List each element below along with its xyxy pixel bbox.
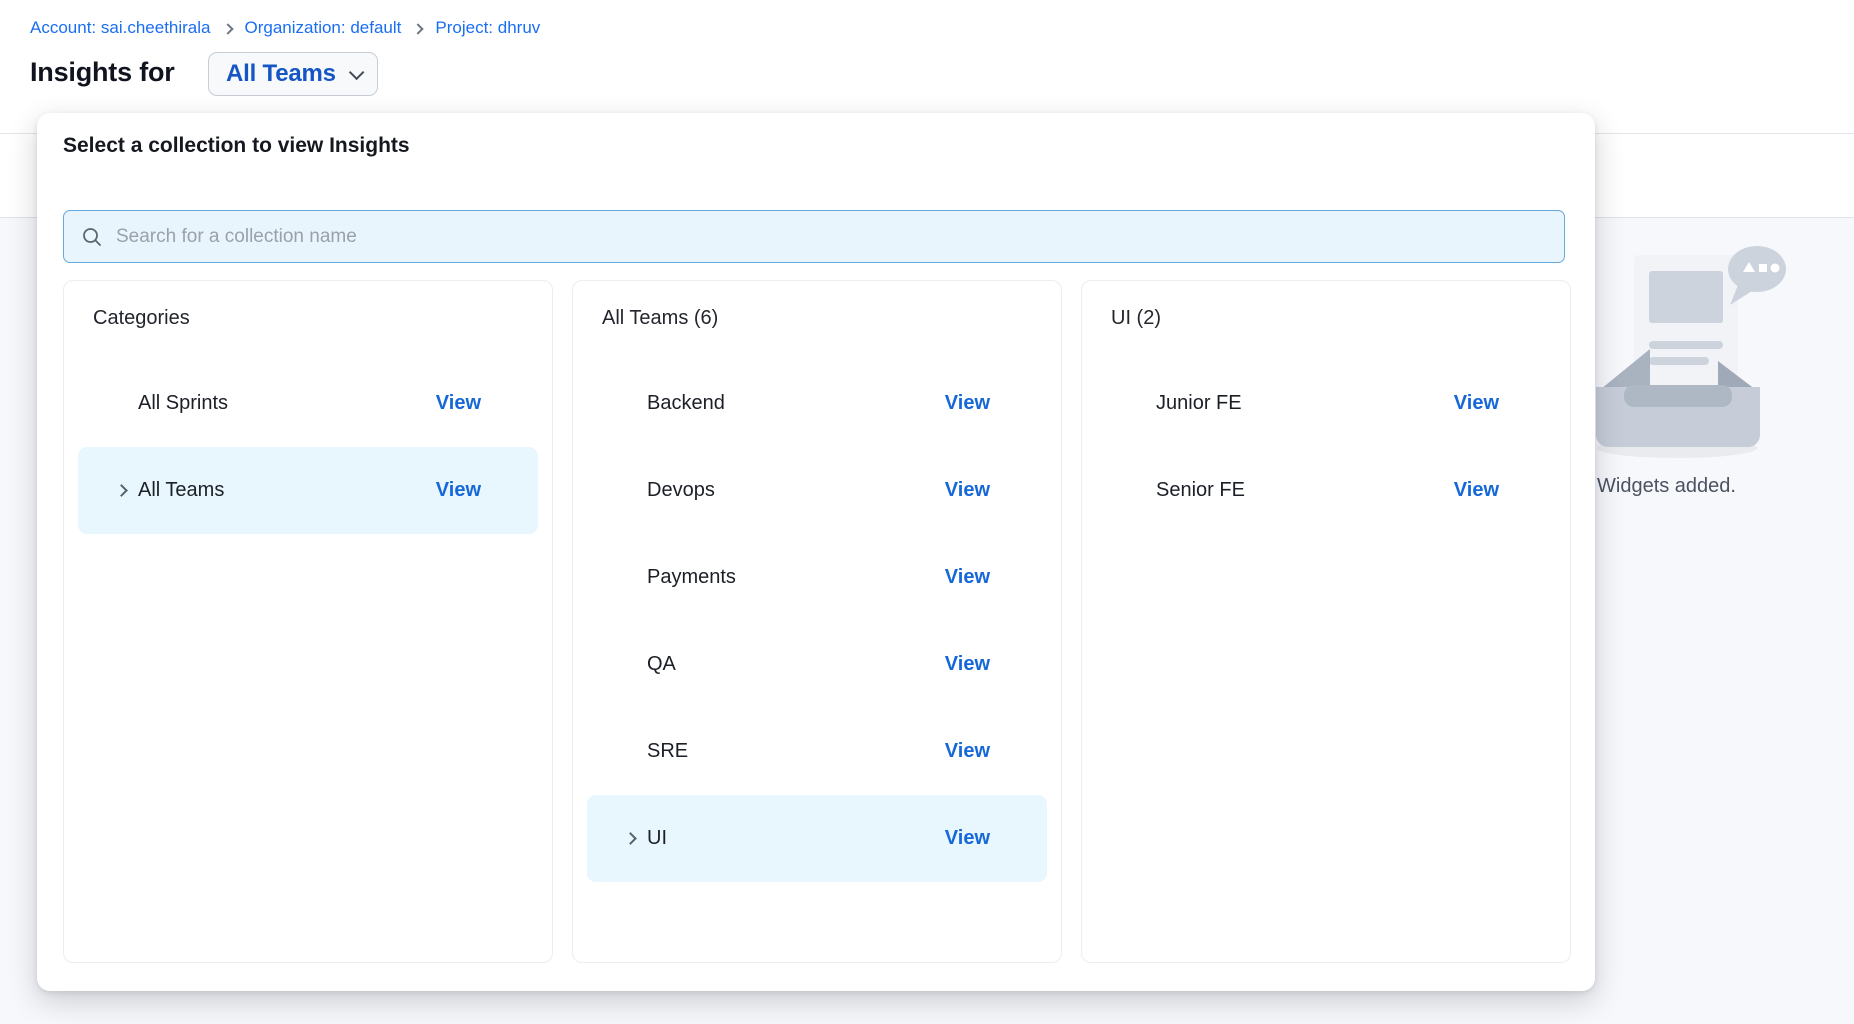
collection-dropdown[interactable]: All Teams <box>208 52 378 96</box>
empty-state-text: Widgets added. <box>1597 475 1736 498</box>
breadcrumb-organization-link[interactable]: Organization: default <box>245 18 402 38</box>
collection-row-sre[interactable]: SRE View <box>587 708 1047 795</box>
column-all-teams: All Teams (6) Backend View Devops View P… <box>572 280 1062 963</box>
breadcrumb-separator-icon <box>222 23 233 34</box>
chevron-right-icon <box>115 484 128 497</box>
collection-dropdown-value: All Teams <box>226 60 336 88</box>
column-categories: Categories All Sprints View All Teams Vi… <box>63 280 553 963</box>
collection-search[interactable] <box>63 210 1565 263</box>
search-input[interactable] <box>116 226 1547 248</box>
view-link[interactable]: View <box>945 392 990 415</box>
page-title: Insights for <box>30 57 175 88</box>
column-ui: UI (2) Junior FE View Senior FE View <box>1081 280 1571 963</box>
view-link[interactable]: View <box>1454 392 1499 415</box>
view-link[interactable]: View <box>436 392 481 415</box>
empty-inbox-illustration <box>1592 243 1792 465</box>
collection-picker-modal: Select a collection to view Insights Cat… <box>37 113 1595 991</box>
collection-row-senior-fe[interactable]: Senior FE View <box>1096 447 1556 534</box>
bubble-square-icon <box>1759 264 1767 272</box>
chevron-down-icon <box>349 64 365 80</box>
collection-row-junior-fe[interactable]: Junior FE View <box>1096 360 1556 447</box>
breadcrumb-separator-icon <box>413 23 424 34</box>
view-link[interactable]: View <box>1454 479 1499 502</box>
view-link[interactable]: View <box>945 827 990 850</box>
view-link[interactable]: View <box>945 479 990 502</box>
collection-columns: Categories All Sprints View All Teams Vi… <box>63 280 1571 963</box>
chevron-right-icon <box>624 832 637 845</box>
empty-state: Widgets added. <box>1592 243 1854 470</box>
search-icon <box>81 226 103 248</box>
column-header: Categories <box>93 307 552 330</box>
collection-row-devops[interactable]: Devops View <box>587 447 1047 534</box>
column-header: UI (2) <box>1111 307 1570 330</box>
view-link[interactable]: View <box>945 566 990 589</box>
collection-row-payments[interactable]: Payments View <box>587 534 1047 621</box>
breadcrumb-account-link[interactable]: Account: sai.cheethirala <box>30 18 211 38</box>
view-link[interactable]: View <box>945 653 990 676</box>
collection-row-ui[interactable]: UI View <box>587 795 1047 882</box>
bubble-circle-icon <box>1771 264 1780 273</box>
breadcrumb: Account: sai.cheethirala Organization: d… <box>30 18 540 38</box>
collection-row-all-teams[interactable]: All Teams View <box>78 447 538 534</box>
column-header: All Teams (6) <box>602 307 1061 330</box>
collection-row-all-sprints[interactable]: All Sprints View <box>78 360 538 447</box>
collection-row-backend[interactable]: Backend View <box>587 360 1047 447</box>
modal-title: Select a collection to view Insights <box>63 134 410 158</box>
collection-row-qa[interactable]: QA View <box>587 621 1047 708</box>
view-link[interactable]: View <box>436 479 481 502</box>
breadcrumb-project-link[interactable]: Project: dhruv <box>435 18 540 38</box>
view-link[interactable]: View <box>945 740 990 763</box>
